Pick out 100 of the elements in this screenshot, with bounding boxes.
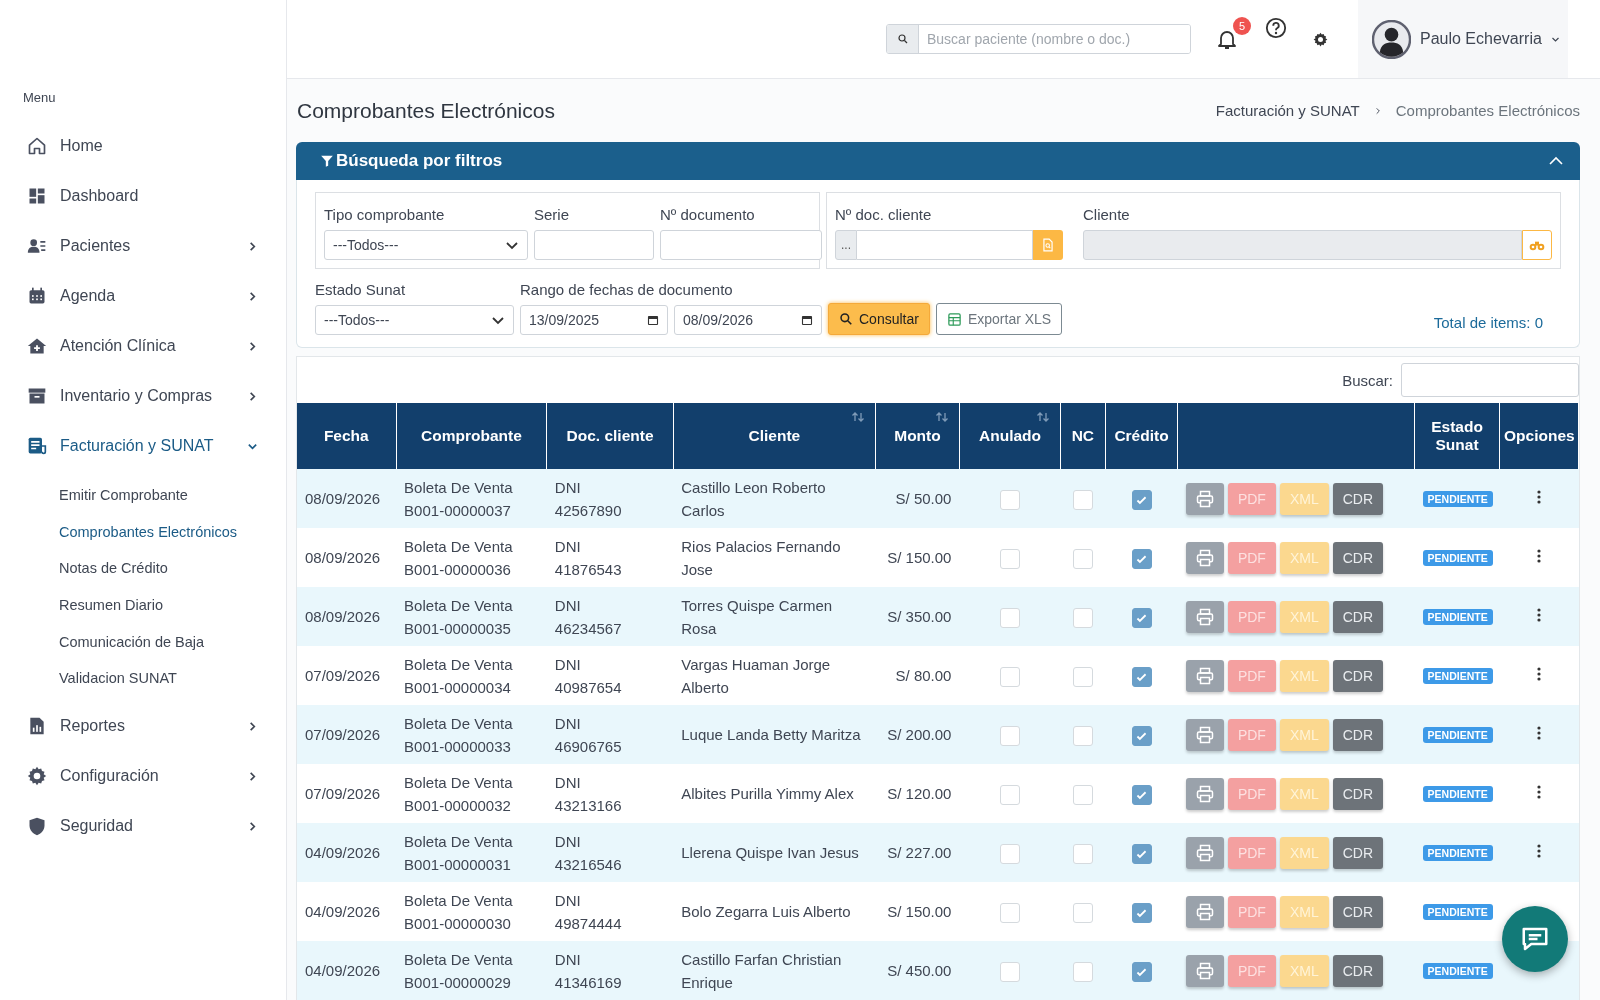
print-button[interactable]: [1185, 954, 1224, 987]
print-button[interactable]: [1185, 541, 1224, 574]
calendar-icon: [647, 314, 659, 326]
print-button[interactable]: [1185, 600, 1224, 633]
spreadsheet-icon: [946, 311, 962, 327]
status-badge: PENDIENTE: [1422, 963, 1493, 979]
table-cell: DNI 41346169: [554, 950, 622, 991]
download-button[interactable]: CDR: [1332, 659, 1384, 692]
more-options-icon[interactable]: [1537, 608, 1541, 622]
download-button[interactable]: CDR: [1332, 482, 1384, 515]
more-options-icon[interactable]: [1537, 844, 1541, 858]
archive-box-icon: [27, 386, 47, 406]
consultar-button[interactable]: Consultar: [828, 303, 930, 335]
printer-icon: [1195, 725, 1214, 744]
checkbox[interactable]: [1131, 726, 1152, 746]
sidebar-item[interactable]: Facturación y SUNAT: [0, 421, 286, 471]
select-field[interactable]: ---Todos---: [315, 305, 514, 335]
table-cell: Boleta De Venta B001-00000031: [404, 832, 513, 873]
download-button[interactable]: CDR: [1332, 954, 1384, 987]
submenu-item[interactable]: Emitir Comprobante: [59, 487, 188, 503]
print-button[interactable]: [1185, 777, 1224, 810]
print-button[interactable]: [1185, 895, 1224, 928]
export-button[interactable]: Exportar XLS: [935, 303, 1063, 335]
sort-icon[interactable]: [851, 411, 865, 423]
sidebar-item[interactable]: Reportes: [0, 701, 286, 752]
table-cell: S/ 227.00: [887, 844, 952, 861]
status-badge: PENDIENTE: [1422, 550, 1493, 566]
more-options-icon[interactable]: [1537, 667, 1541, 681]
sidebar-item[interactable]: Configuración: [0, 751, 286, 802]
checkbox[interactable]: [1131, 490, 1152, 510]
more-options-icon[interactable]: [1537, 726, 1541, 740]
sidebar-item[interactable]: Atención Clínica: [0, 321, 286, 371]
table-cell: DNI 41876543: [554, 537, 622, 578]
submenu-item[interactable]: Validacion SUNAT: [59, 670, 177, 687]
download-button[interactable]: CDR: [1332, 541, 1384, 574]
chevron-right-icon: [247, 820, 258, 832]
printer-icon: [1195, 902, 1214, 921]
table-cell: Rios Palacios Fernando Jose: [681, 537, 841, 578]
more-options-icon[interactable]: [1537, 490, 1541, 504]
date-field[interactable]: 13/09/2025: [520, 305, 668, 335]
table-cell: 04/09/2026: [305, 903, 381, 920]
checkbox[interactable]: [1131, 667, 1152, 687]
checkbox[interactable]: [1131, 903, 1152, 923]
checkbox[interactable]: [1131, 549, 1152, 569]
submenu-item[interactable]: Comprobantes Electrónicos: [59, 523, 238, 540]
patient-search-field[interactable]: Buscar paciente (nombre o doc.): [886, 24, 1191, 54]
sidebar-item[interactable]: Inventario y Compras: [0, 371, 286, 421]
print-button[interactable]: [1185, 482, 1224, 515]
sidebar-item[interactable]: Seguridad: [0, 801, 286, 852]
sidebar-item[interactable]: Home: [0, 121, 286, 171]
notification-count: 5: [1233, 17, 1251, 35]
settings-icon[interactable]: [1313, 31, 1328, 47]
submenu-item[interactable]: Resumen Diario: [59, 597, 163, 614]
download-button[interactable]: CDR: [1332, 836, 1384, 869]
user-menu[interactable]: Paulo Echevarria: [1358, 0, 1568, 78]
table-cell: S/ 200.00: [887, 726, 952, 743]
field-label: Rango de fechas de documento: [520, 281, 734, 299]
checkbox[interactable]: [1131, 962, 1152, 982]
sidebar-item[interactable]: Agenda: [0, 271, 286, 321]
search-document-button[interactable]: [1033, 230, 1063, 260]
print-button[interactable]: [1185, 836, 1224, 869]
chevron-right-icon: [247, 240, 258, 252]
download-button[interactable]: CDR: [1332, 895, 1384, 928]
checkbox[interactable]: [1131, 785, 1152, 805]
download-button[interactable]: CDR: [1332, 600, 1384, 633]
input-field[interactable]: [857, 230, 1033, 260]
sort-icon[interactable]: [1036, 411, 1051, 423]
input-field[interactable]: [534, 230, 654, 260]
table-cell: DNI 43216546: [554, 832, 622, 873]
date-field[interactable]: 08/09/2026: [674, 305, 822, 335]
table-cell: Castillo Farfan Christian Enrique: [681, 950, 842, 991]
sidebar-item[interactable]: Dashboard: [0, 171, 286, 221]
print-button[interactable]: [1185, 718, 1224, 751]
submenu-item[interactable]: Comunicación de Baja: [59, 633, 205, 650]
checkbox[interactable]: [1131, 608, 1152, 628]
sidebar-item[interactable]: Pacientes: [0, 221, 286, 271]
sort-icon[interactable]: [934, 411, 949, 423]
table-cell: Albites Purilla Yimmy Alex: [681, 785, 854, 802]
select-field[interactable]: ---Todos---: [324, 230, 528, 260]
download-button[interactable]: CDR: [1332, 718, 1384, 751]
document-search-icon: [1041, 238, 1055, 252]
breadcrumb-link[interactable]: Facturación y SUNAT: [1215, 102, 1360, 119]
help-icon[interactable]: [1265, 17, 1287, 39]
table-cell: Boleta De Venta B001-00000035: [404, 596, 513, 637]
print-button[interactable]: [1185, 659, 1224, 692]
table-cell: S/ 150.00: [887, 549, 952, 566]
table-cell: Boleta De Venta B001-00000030: [404, 891, 513, 932]
input-field[interactable]: [660, 230, 822, 260]
more-options-icon[interactable]: [1537, 549, 1541, 563]
submenu-item[interactable]: Notas de Crédito: [59, 560, 168, 577]
table-search-field[interactable]: [1401, 363, 1579, 397]
checkbox[interactable]: [1131, 844, 1152, 864]
table-cell: Castillo Leon Roberto Carlos: [681, 478, 826, 519]
field-label: Nº doc. cliente: [835, 206, 933, 224]
more-options-icon[interactable]: [1537, 785, 1541, 799]
printer-icon: [1195, 489, 1214, 508]
search-client-button[interactable]: [1522, 230, 1552, 260]
download-button[interactable]: CDR: [1332, 777, 1384, 810]
table-cell: 07/09/2026: [305, 785, 381, 802]
chevron-up-icon[interactable]: [1548, 155, 1564, 167]
